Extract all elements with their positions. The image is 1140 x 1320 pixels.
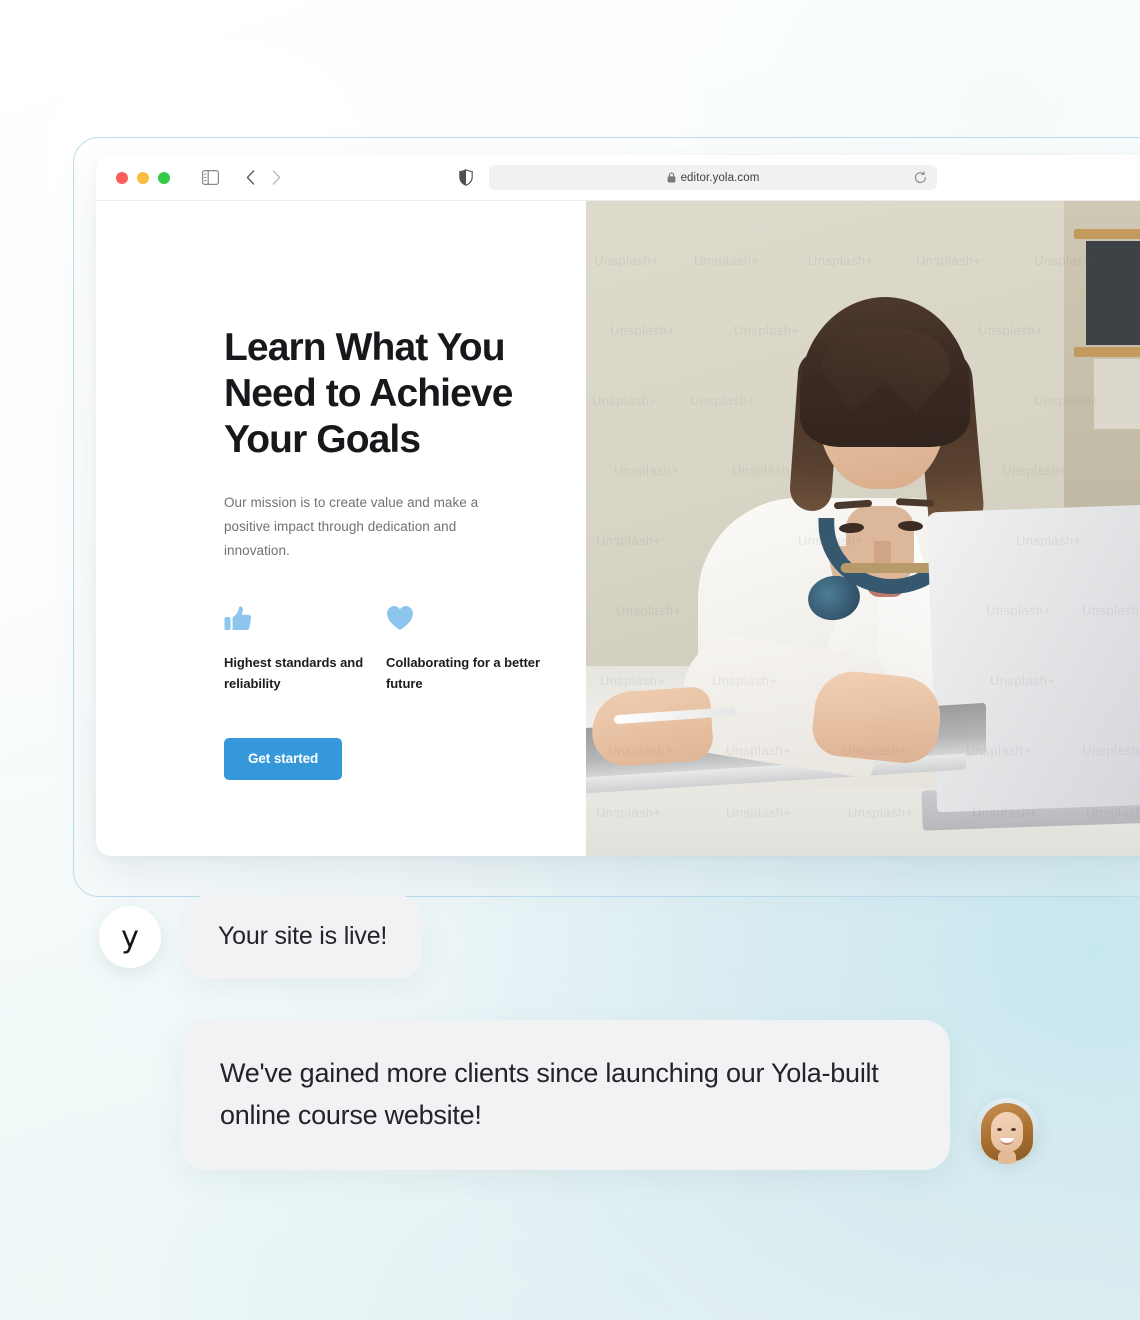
feature-label: Highest standards and reliability <box>224 655 364 691</box>
avatar-neck <box>998 1150 1016 1164</box>
reload-icon[interactable] <box>914 170 927 185</box>
page-title: Learn What You Need to Achieve Your Goal… <box>224 326 513 461</box>
window-traffic-lights[interactable] <box>116 171 170 184</box>
chat-message-row: y Your site is live! <box>99 895 424 979</box>
back-button[interactable] <box>239 167 261 189</box>
chat-bubble: Your site is live! <box>182 895 424 979</box>
shelf-dark-panel <box>1086 241 1140 345</box>
chat-bubble: We've gained more clients since launchin… <box>180 1020 950 1170</box>
browser-toolbar: editor.yola.com <box>96 155 1140 201</box>
photo-hand-left <box>589 685 715 769</box>
heart-icon <box>386 605 548 635</box>
feature-item-standards: Highest standards and reliability <box>224 605 386 694</box>
chat-message-row: We've gained more clients since launchin… <box>180 1020 1040 1170</box>
site-page: Learn What You Need to Achieve Your Goal… <box>96 201 1140 856</box>
address-bar-url: editor.yola.com <box>680 171 760 184</box>
photo-shelf <box>1064 201 1140 531</box>
maximize-window-button[interactable] <box>158 171 170 184</box>
feature-item-collaboration: Collaborating for a better future <box>386 605 548 694</box>
avatar-eye-left <box>997 1128 1002 1131</box>
hero-image: Unsplash+ Unsplash+ Unsplash+ Unsplash+ … <box>586 201 1140 856</box>
minimize-window-button[interactable] <box>137 171 149 184</box>
get-started-button[interactable]: Get started <box>224 738 343 780</box>
yola-logo-mark: y <box>121 920 139 955</box>
feature-list: Highest standards and reliability Collab… <box>224 605 586 694</box>
yola-logo-avatar: y <box>99 906 161 968</box>
sidebar-toggle-icon[interactable] <box>202 170 219 185</box>
shelf-light-panel <box>1094 359 1140 429</box>
shelf-board <box>1074 229 1140 239</box>
navigation-arrows[interactable] <box>239 167 287 189</box>
client-avatar <box>974 1098 1040 1164</box>
avatar-eye-right <box>1011 1128 1016 1131</box>
feature-label: Collaborating for a better future <box>386 655 540 691</box>
forward-button[interactable] <box>265 167 287 189</box>
browser-window: editor.yola.com Learn What You Need to A… <box>96 155 1140 856</box>
lock-icon <box>667 172 676 183</box>
hero-subtitle: Our mission is to create value and make … <box>224 495 479 558</box>
address-bar[interactable]: editor.yola.com <box>489 165 937 190</box>
hero-text-column: Learn What You Need to Achieve Your Goal… <box>96 201 586 856</box>
shelf-board <box>1074 347 1140 357</box>
hero-photo-illustration: Unsplash+ Unsplash+ Unsplash+ Unsplash+ … <box>586 201 1140 856</box>
thumbs-up-icon <box>224 605 386 635</box>
avatar-face <box>991 1112 1023 1152</box>
privacy-shield-icon[interactable] <box>459 169 473 186</box>
close-window-button[interactable] <box>116 171 128 184</box>
